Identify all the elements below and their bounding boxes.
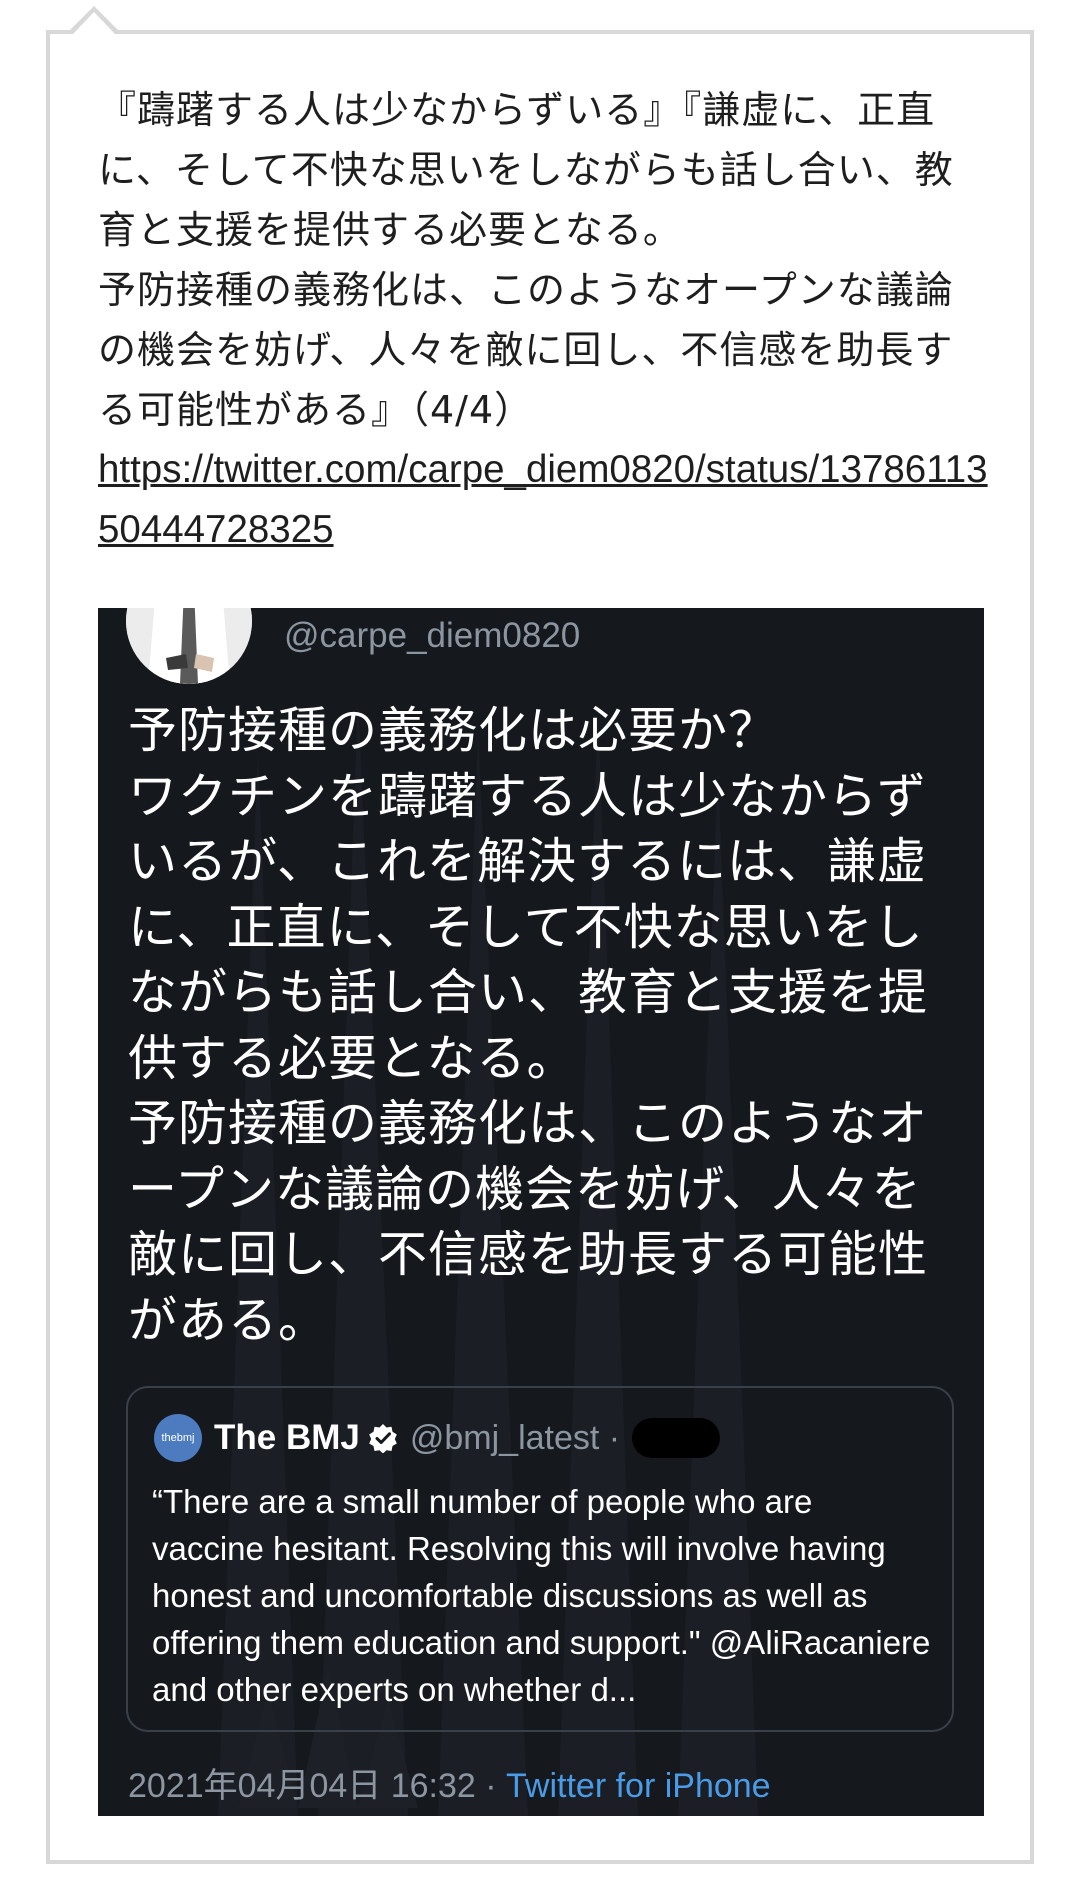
tweet-text: 予防接種の義務化は必要か？ ワクチンを躊躇する人は少なからずいるが、これを解決す…: [128, 702, 929, 1349]
bmj-logo: thebmj: [154, 1414, 202, 1462]
tweet-footer: 2021年04月04日 16:32 · Twitter for iPhone: [128, 1758, 771, 1807]
redacted-date: [632, 1418, 721, 1458]
quoted-tweet-header: thebmj The BMJ @bmj_latest ·: [154, 1414, 721, 1462]
post-body-text: 『躊躇する人は少なからずいる』『謙虚に、正直に、そして不快な思いをしながらも話し…: [98, 88, 954, 432]
tweet-author-handle[interactable]: @carpe_diem0820: [284, 616, 580, 656]
tweet-link[interactable]: https://twitter.com/carpe_diem0820/statu…: [98, 440, 990, 560]
verified-badge-icon: [368, 1423, 398, 1453]
quoted-author-name[interactable]: The BMJ: [214, 1418, 360, 1458]
tweet-source-app[interactable]: Twitter for iPhone: [506, 1767, 771, 1805]
quoted-tweet-card[interactable]: thebmj The BMJ @bmj_latest · “There are …: [126, 1386, 954, 1732]
tweet-datetime: 2021年04月04日 16:32 ·: [128, 1767, 507, 1805]
quoted-author-handle[interactable]: @bmj_latest ·: [410, 1419, 620, 1458]
quoted-tweet-text: “There are a small number of people who …: [152, 1483, 940, 1708]
embedded-tweet-screenshot[interactable]: @carpe_diem0820 予防接種の義務化は必要か？ ワクチンを躊躇する人…: [98, 608, 984, 1816]
bubble-tail-fill: [73, 12, 115, 34]
